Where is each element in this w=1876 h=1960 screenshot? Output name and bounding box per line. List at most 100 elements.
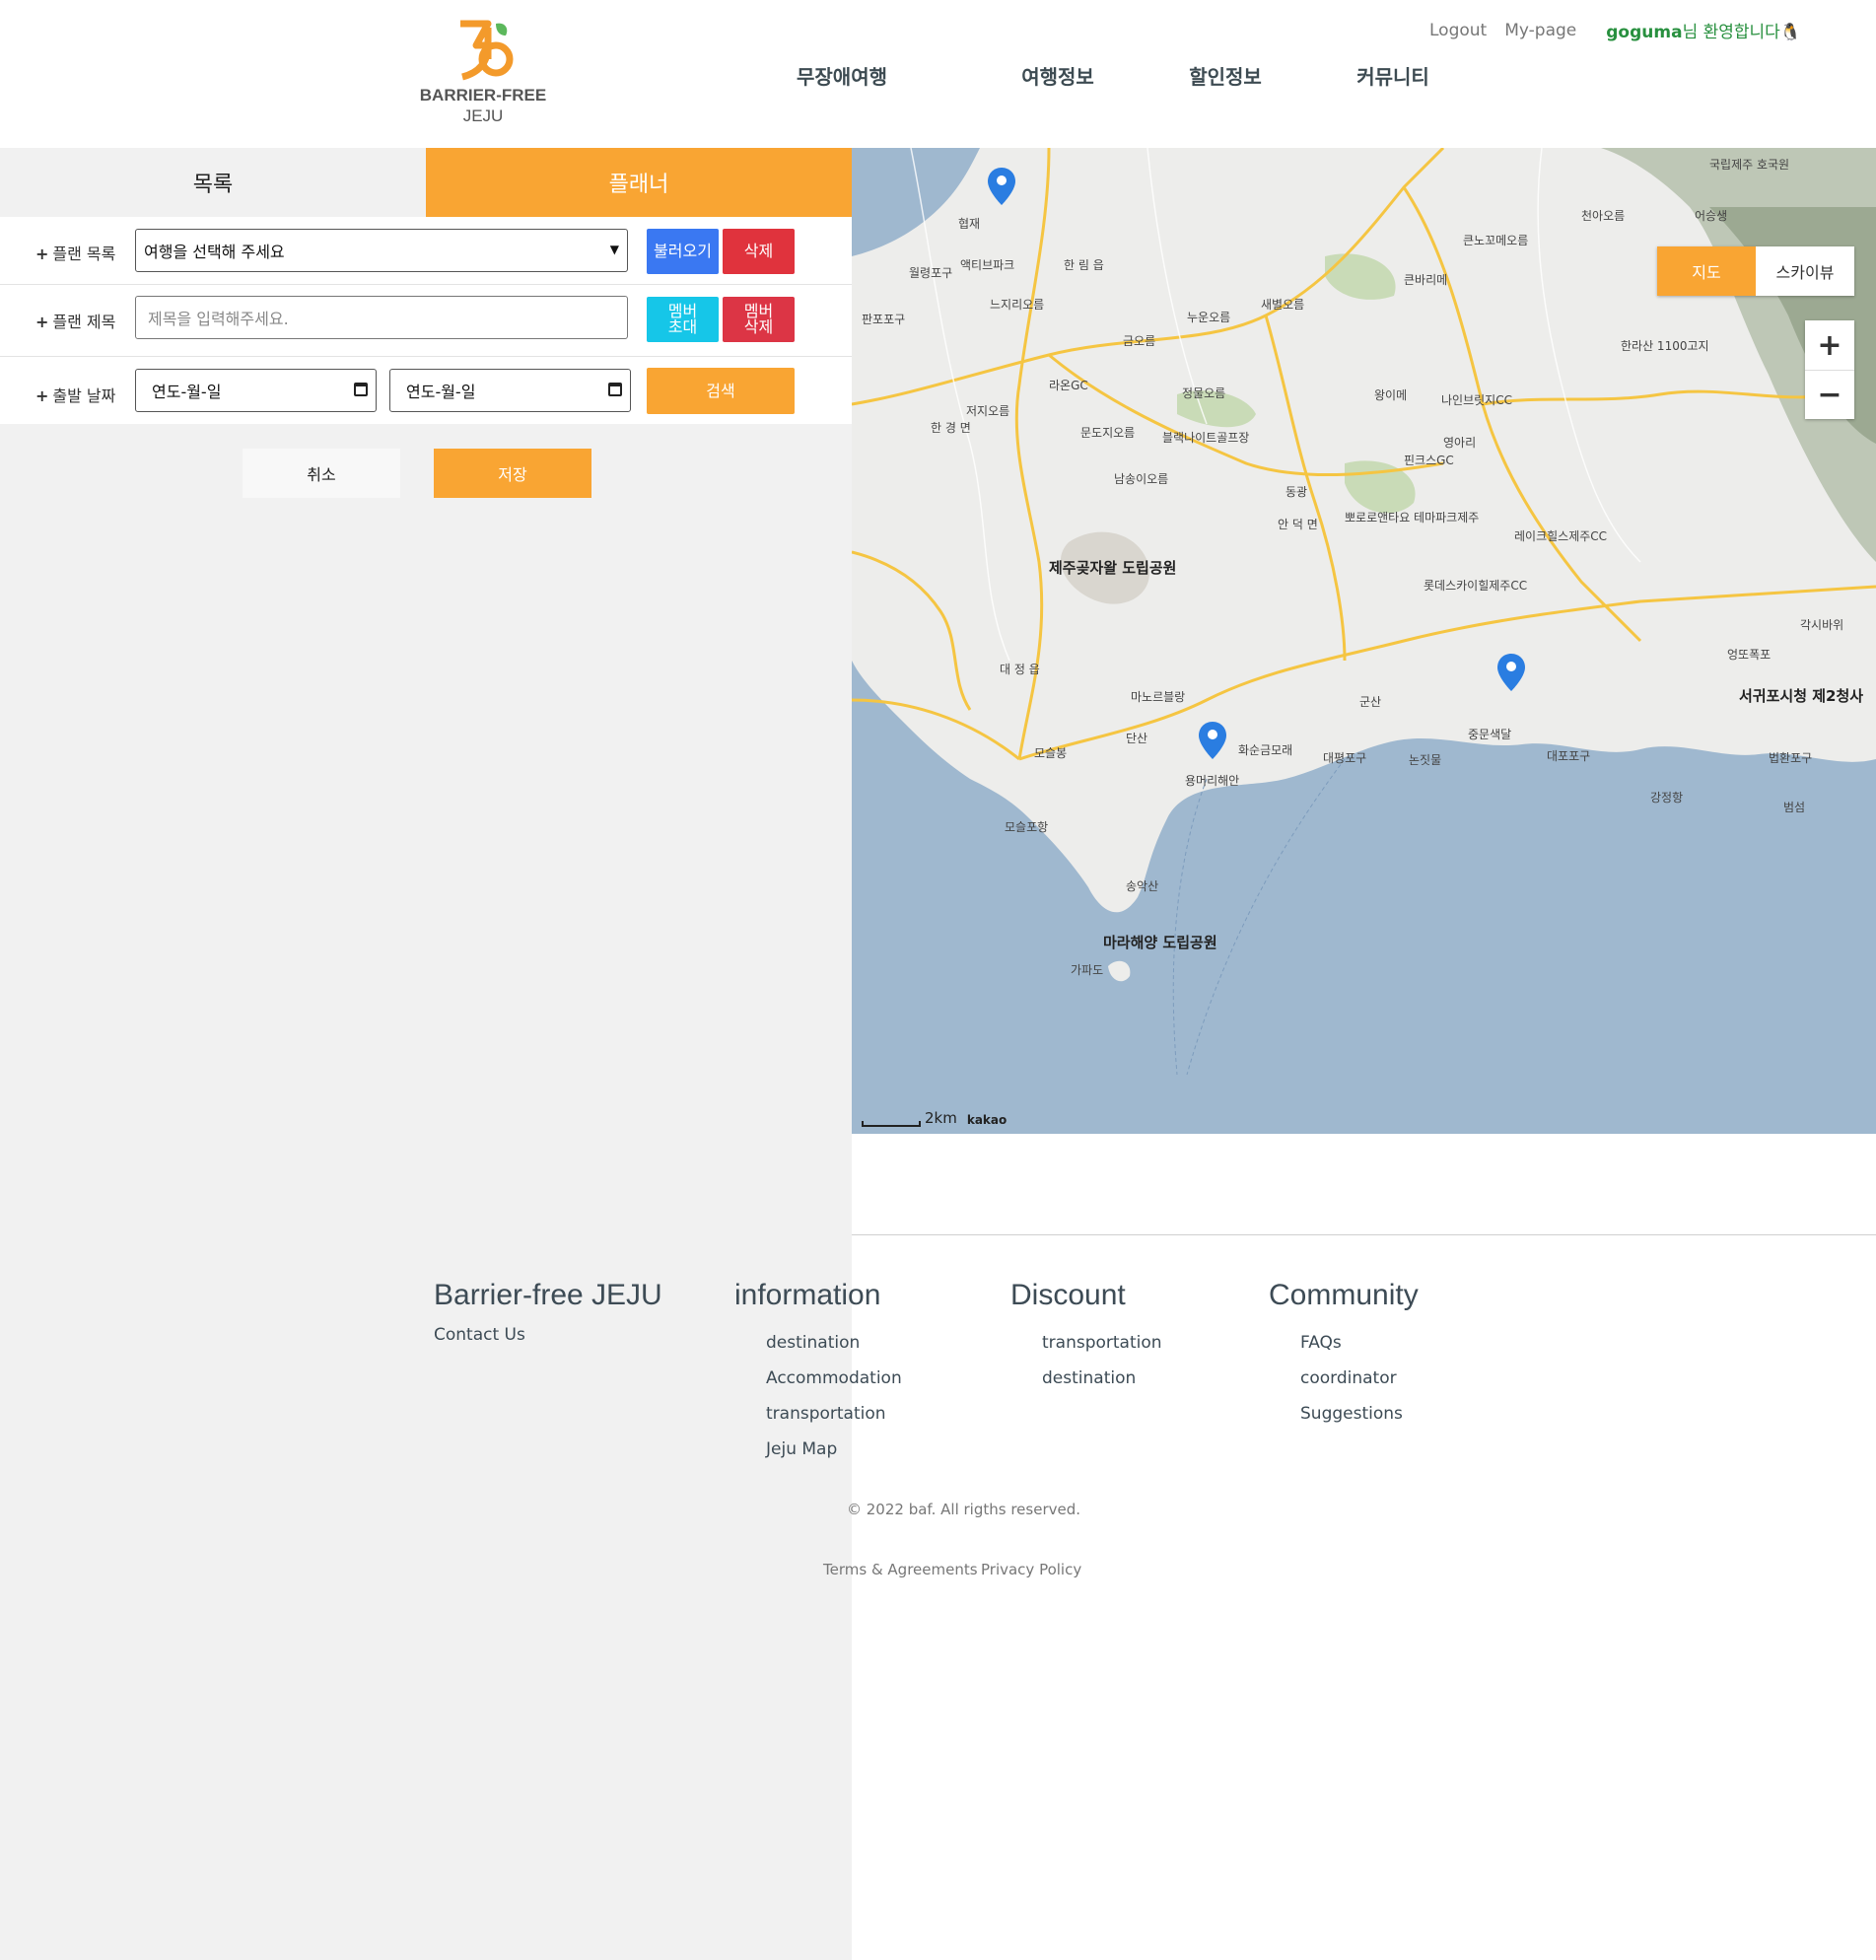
map-marker-icon[interactable]: [988, 168, 1015, 205]
map-place-label: 법환포구: [1769, 751, 1813, 765]
map-view-button[interactable]: 지도: [1657, 246, 1756, 296]
map-place-label: 큰바리메: [1404, 273, 1448, 287]
map-scale: 2km kakao: [862, 1109, 1007, 1127]
map-marker-icon[interactable]: [1497, 654, 1525, 691]
plan-list-row: + 플랜 목록 여행을 선택해 주세요 ▼ 불러오기 삭제: [0, 217, 852, 284]
member-delete-button[interactable]: 멤버 삭제: [723, 297, 795, 342]
footer-link[interactable]: coordinator: [1300, 1368, 1397, 1388]
skyview-button[interactable]: 스카이뷰: [1756, 246, 1854, 296]
nav-barrier-free-travel[interactable]: 무장애여행: [797, 61, 974, 90]
map-place-label: 어승생: [1695, 209, 1728, 223]
map-place-label: 엉또폭포: [1727, 648, 1772, 662]
logo-text-line1: BARRIER-FREE: [419, 86, 547, 105]
terms-link[interactable]: Terms & Agreements: [823, 1561, 978, 1578]
map-place-label: 군산: [1359, 695, 1382, 709]
footer-divider: [852, 1234, 1876, 1235]
map-type-toggle: 지도 스카이뷰: [1657, 246, 1854, 296]
map-place-label: 라온GC: [1049, 379, 1088, 392]
map-place-label: 레이크힐스제주CC: [1514, 529, 1608, 543]
footer-information-title: information: [734, 1279, 881, 1311]
date-label: + 출발 날짜: [35, 386, 116, 405]
greeting-text: 님 환영합니다: [1682, 23, 1780, 42]
privacy-link[interactable]: Privacy Policy: [981, 1561, 1081, 1578]
member-invite-button[interactable]: 멤버 초대: [647, 297, 719, 342]
plan-title-input[interactable]: 제목을 입력해주세요.: [135, 296, 628, 339]
plan-title-label: + 플랜 제목: [35, 313, 116, 331]
tab-planner[interactable]: 플래너: [426, 148, 852, 217]
map-place-label: 범섬: [1783, 801, 1806, 814]
chevron-down-icon: ▼: [609, 243, 619, 256]
nav-travel-info[interactable]: 여행정보: [974, 61, 1142, 90]
map-marker-icon[interactable]: [1199, 722, 1226, 759]
map-place-label: 한 림 읍: [1064, 258, 1104, 272]
copyright: © 2022 baf. All rigths reserved.: [847, 1501, 1081, 1518]
map-place-label: 논짓물: [1409, 753, 1442, 767]
tab-list[interactable]: 목록: [0, 148, 426, 217]
map-place-label: 한라산 1100고지: [1621, 339, 1709, 353]
map-place-label: 안 덕 면: [1278, 518, 1318, 531]
map-place-label: 큰노꼬메오름: [1463, 234, 1529, 247]
zoom-in-button[interactable]: +: [1805, 320, 1854, 370]
map-place-label: 문도지오름: [1080, 426, 1136, 440]
plan-list-label: + 플랜 목록: [35, 245, 116, 263]
map-place-label: 블랙나이트골프장: [1162, 431, 1250, 445]
delete-plan-button[interactable]: 삭제: [723, 229, 795, 274]
end-date-input[interactable]: 연도-월-일: [389, 369, 631, 412]
map-place-label: 누운오름: [1187, 311, 1231, 324]
map-place-label: 협재: [958, 217, 981, 231]
footer-link[interactable]: Jeju Map: [766, 1439, 837, 1459]
footer-link[interactable]: destination: [766, 1333, 860, 1353]
logo-text-line2: JEJU: [462, 106, 504, 125]
map-place-label: 서귀포시청 제2청사: [1739, 687, 1864, 705]
page: BARRIER-FREE JEJU Logout My-page goguma님…: [0, 0, 1876, 1960]
footer-discount-title: Discount: [1010, 1279, 1126, 1311]
map-place-label: 저지오름: [966, 404, 1010, 418]
calendar-icon: [608, 383, 622, 396]
user-greeting: goguma님 환영합니다🐧: [1606, 18, 1801, 42]
zoom-out-button[interactable]: −: [1805, 370, 1854, 419]
map-place-label: 단산: [1126, 732, 1148, 745]
start-date-input[interactable]: 연도-월-일: [135, 369, 377, 412]
scale-bar: [862, 1121, 921, 1127]
map-place-label: 동광: [1285, 485, 1308, 499]
map-place-label: 모슬포항: [1005, 820, 1049, 834]
load-button[interactable]: 불러오기: [647, 229, 719, 274]
map-place-label: 정물오름: [1182, 386, 1226, 400]
map-place-label: 국립제주 호국원: [1709, 158, 1790, 172]
map-place-label: 새별오름: [1261, 298, 1305, 312]
footer-link[interactable]: Suggestions: [1300, 1404, 1403, 1424]
footer-community-title: Community: [1269, 1279, 1419, 1311]
nav-community[interactable]: 커뮤니티: [1309, 61, 1477, 90]
map-place-label: 마노르블랑: [1131, 690, 1186, 704]
map-place-label: 화순금모래: [1238, 743, 1293, 757]
map-place-label: 용머리해안: [1185, 774, 1240, 788]
footer-link[interactable]: destination: [1042, 1368, 1136, 1388]
footer-link[interactable]: transportation: [766, 1404, 886, 1424]
search-button[interactable]: 검색: [647, 368, 795, 414]
map-place-label: 나인브릿지CC: [1441, 393, 1512, 407]
map-place-label: 뽀로로앤타요 테마파크제주: [1345, 511, 1480, 525]
logo[interactable]: BARRIER-FREE JEJU: [414, 18, 552, 126]
map-place-label: 판포포구: [862, 313, 906, 326]
map-place-label: 핀크스GC: [1404, 454, 1454, 467]
map-place-label: 느지리오름: [990, 298, 1045, 312]
mypage-link[interactable]: My-page: [1504, 21, 1576, 40]
footer-link[interactable]: FAQs: [1300, 1333, 1342, 1353]
map-place-label: 롯데스카이힐제주CC: [1424, 579, 1528, 593]
map-place-label: 왕이메: [1374, 388, 1408, 402]
cancel-button[interactable]: 취소: [243, 449, 400, 498]
plan-select[interactable]: 여행을 선택해 주세요 ▼: [135, 229, 628, 272]
map-place-label: 천아오름: [1581, 209, 1626, 223]
footer-contact-link[interactable]: Contact Us: [434, 1325, 525, 1345]
map-place-label: 각시바위: [1800, 618, 1844, 632]
map-place-label: 월령포구: [909, 266, 953, 280]
map-place-label: 중문색달: [1468, 728, 1512, 741]
footer-link[interactable]: Accommodation: [766, 1368, 902, 1388]
footer-link[interactable]: transportation: [1042, 1333, 1162, 1353]
logout-link[interactable]: Logout: [1429, 21, 1487, 40]
map-place-label: 액티브파크: [960, 258, 1015, 272]
date-row: + 출발 날짜 연도-월-일 연도-월-일 검색: [0, 357, 852, 424]
map[interactable]: 협재 월령포구 판포포구 액티브파크 한 림 읍 느지리오름 금오름 누운오름 …: [852, 148, 1876, 1134]
nav-discount-info[interactable]: 할인정보: [1142, 61, 1309, 90]
save-button[interactable]: 저장: [434, 449, 591, 498]
